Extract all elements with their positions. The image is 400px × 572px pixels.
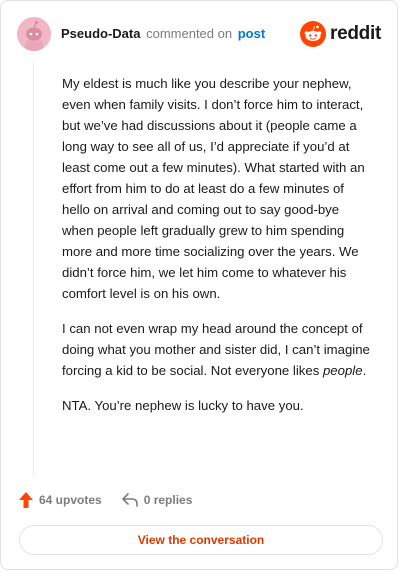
emphasis-tail: . [362,363,367,378]
comment-paragraph: NTA. You’re nephew is lucky to have you. [62,398,304,413]
comment-card: Pseudo-Data commented on post reddit My … [0,0,398,570]
upvote-button[interactable]: 64 upvotes [19,492,102,508]
comment-meta: Pseudo-Data commented on post [61,17,265,51]
reddit-brand[interactable]: reddit [300,21,381,47]
view-conversation-button[interactable]: View the conversation [19,525,383,555]
reply-count: 0 replies [143,493,193,507]
username-link[interactable]: Pseudo-Data [61,26,140,41]
reddit-wordmark: reddit [330,23,381,44]
reply-button[interactable]: 0 replies [121,493,193,507]
post-link[interactable]: post [238,26,265,41]
comment-footer: 64 upvotes 0 replies [19,489,212,511]
upvote-count: 64 upvotes [39,493,102,507]
emphasis-text: people [322,363,363,378]
snoo-avatar-icon [17,17,51,51]
comment-body: My eldest is much like you describe your… [62,73,372,430]
comment-paragraph: My eldest is much like you describe your… [62,76,365,301]
view-conversation-label: View the conversation [137,533,265,547]
avatar[interactable] [17,17,51,51]
reply-arrow-icon [121,493,138,507]
upvote-arrow-icon [19,492,33,508]
thread-line [33,63,34,475]
comment-header: Pseudo-Data commented on post reddit [17,17,381,51]
action-text: commented on [146,26,233,41]
comment-paragraph: I can not even wrap my head around the c… [62,318,372,381]
reddit-logo-icon [300,21,327,47]
